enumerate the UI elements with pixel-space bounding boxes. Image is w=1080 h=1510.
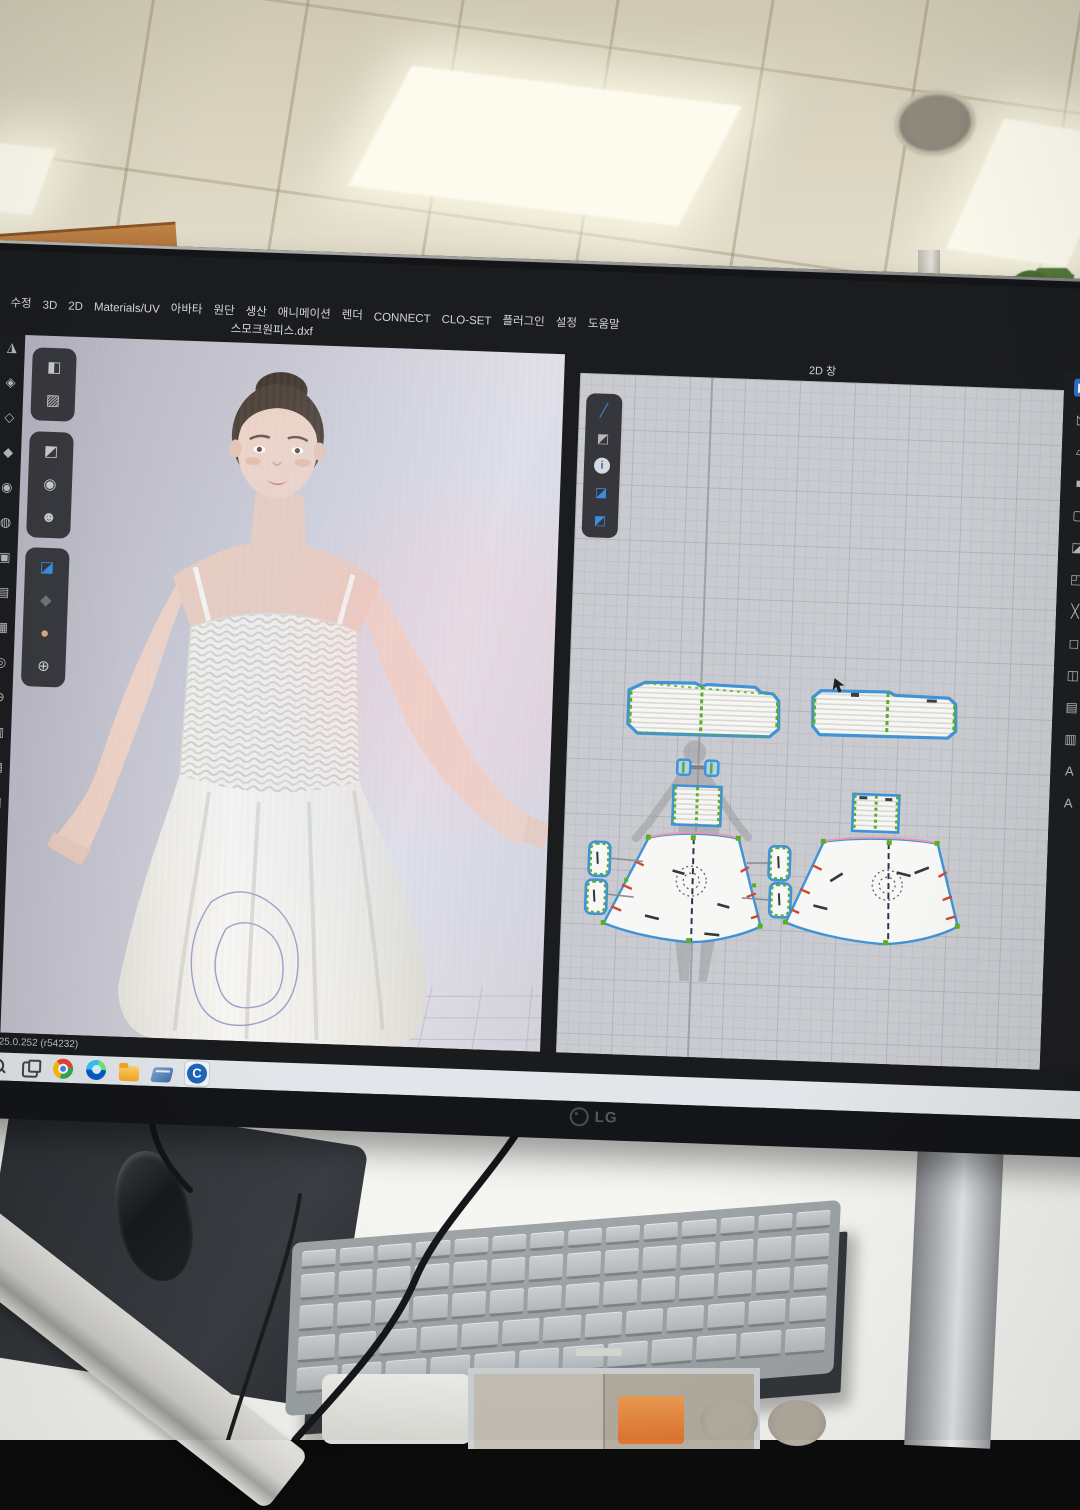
rounded-shape-tool-icon[interactable]: ▢ <box>1069 506 1080 525</box>
fabric-view-icon[interactable]: ◪ <box>35 555 60 580</box>
screen-moire <box>0 335 565 1052</box>
view-toolbar-group-2: ◩ ◉ ☻ <box>26 431 74 539</box>
band-tool-icon[interactable]: ▭ <box>0 898 1 917</box>
shirt-overlay-icon[interactable]: ◩ <box>591 511 610 530</box>
monitor: 수정 3D 2D Materials/UV 아바타 원단 생산 애니메이션 렌더 CONNECT C… <box>0 237 1080 1160</box>
animation-pose-icon[interactable]: ◮ <box>3 338 22 357</box>
clo-taskbar-item[interactable]: C <box>185 1061 210 1086</box>
edit-curve-point-icon[interactable]: ◺ <box>1073 410 1080 429</box>
pin-view-icon[interactable]: ◉ <box>38 473 63 498</box>
sewing-cart-icon[interactable]: ▣ <box>0 548 14 567</box>
menu-item[interactable]: 도움말 <box>588 315 620 332</box>
measure-tool-icon[interactable]: ◭ <box>0 863 2 882</box>
pattern-skirt-front[interactable] <box>600 829 766 945</box>
drape-garment-icon[interactable]: ▨ <box>41 389 66 414</box>
zipper-tool-icon[interactable]: ▥ <box>0 723 7 742</box>
pin-tool-icon[interactable]: ◈ <box>1 373 20 392</box>
transform-pattern-icon[interactable]: ▶ <box>1074 379 1080 398</box>
fold-tool-icon[interactable]: ◫ <box>0 828 4 847</box>
fabric-shirt-icon[interactable]: ▤ <box>0 583 12 602</box>
lg-logo-text: LG <box>594 1109 617 1127</box>
pattern-pieces <box>556 373 1064 1070</box>
dart-tool-icon[interactable]: ◪ <box>1068 538 1080 557</box>
monitor-bezel-logo: LG <box>569 1107 617 1128</box>
menu-item[interactable]: 원단 <box>213 302 235 319</box>
pin-remove-tool-icon[interactable]: ◍ <box>0 513 15 532</box>
menu-item[interactable]: CLO-SET <box>441 314 491 328</box>
button-tool-icon[interactable]: ◎ <box>0 653 10 672</box>
texture-shirt-icon[interactable]: ▦ <box>0 618 11 637</box>
search-icon[interactable] <box>0 1056 8 1077</box>
text-tool-icon[interactable]: A <box>1060 762 1079 781</box>
view-toolbar-group-3: ◪ ◆ ● ⊕ <box>21 547 70 687</box>
clone-pattern-icon[interactable]: ◰ <box>1067 570 1080 589</box>
menu-item[interactable]: 애니메이션 <box>278 304 331 322</box>
pattern-waistband-front[interactable] <box>672 785 721 826</box>
menu-item[interactable]: 플러그인 <box>502 312 545 330</box>
menu-item[interactable]: 설정 <box>555 314 577 331</box>
pattern-bodice-back[interactable] <box>812 689 958 739</box>
shirt-view-icon[interactable]: ◩ <box>39 440 64 465</box>
file-explorer-icon[interactable] <box>119 1065 140 1081</box>
fabric-icon[interactable]: ◪ <box>592 483 611 502</box>
menu-item[interactable]: Materials/UV <box>94 301 160 315</box>
pen-tool-icon[interactable]: ╱ <box>595 401 614 420</box>
menu-item[interactable]: CONNECT <box>374 311 431 325</box>
attach-pin-tool-icon[interactable]: ◆ <box>0 443 17 462</box>
pin-drag-tool-icon[interactable]: ◉ <box>0 478 16 497</box>
info-icon[interactable]: i <box>594 457 611 474</box>
trace-tool-icon[interactable]: ◻ <box>1065 634 1080 653</box>
globe-view-icon[interactable]: ⊕ <box>31 654 56 679</box>
pattern-shirt-icon[interactable]: ◩ <box>594 429 613 448</box>
menu-item[interactable]: 수정 <box>10 294 32 311</box>
menu-item[interactable]: 렌더 <box>341 306 363 323</box>
menu-item[interactable]: 아바타 <box>171 300 203 317</box>
pattern-skirt-back[interactable] <box>782 834 963 947</box>
toolbar-2d: ╱ ◩ i ◪ ◩ <box>581 393 622 538</box>
lg-face-icon <box>569 1107 589 1127</box>
rectangle-tool-icon[interactable]: ■ <box>1070 474 1080 493</box>
notes-app-icon[interactable] <box>150 1067 174 1083</box>
menu-item[interactable]: 생산 <box>245 303 267 320</box>
chrome-icon[interactable] <box>53 1058 74 1079</box>
topstitch-tool-icon[interactable]: ▧ <box>0 758 6 777</box>
menu-item[interactable]: 3D <box>42 300 57 313</box>
symmetry-tool-icon[interactable]: ╳ <box>1066 602 1080 621</box>
polygon-pen-icon[interactable]: ▱ <box>1072 442 1080 461</box>
avatar-view-icon[interactable]: ☻ <box>36 505 61 530</box>
viewport-2d[interactable]: 2D 창 <box>556 355 1065 1070</box>
buttonhole-tool-icon[interactable]: ⊕ <box>0 688 9 707</box>
screen: 수정 3D 2D Materials/UV 아바타 원단 생산 애니메이션 렌더 CONNECT C… <box>0 247 1080 1122</box>
viewport-3d[interactable]: ◧▨ ◩◉☻ ◪◆●⊕ <box>0 335 565 1052</box>
seam-allowance-icon[interactable]: ▥ <box>1061 730 1080 749</box>
shirring-tool-icon[interactable]: ▨ <box>0 793 5 812</box>
pattern-bodice-front[interactable] <box>627 681 780 738</box>
edge-icon[interactable] <box>86 1060 107 1081</box>
task-view-icon[interactable] <box>20 1057 41 1078</box>
pin-box-tool-icon[interactable]: ◇ <box>0 408 19 427</box>
fabric-dark-view-icon[interactable]: ◆ <box>33 588 58 613</box>
pattern-waistband-back[interactable] <box>852 794 899 833</box>
cube-view-icon[interactable]: ◧ <box>42 356 67 381</box>
menu-item[interactable]: 2D <box>68 300 83 313</box>
clo-app-icon[interactable]: C <box>187 1063 208 1084</box>
fold-pattern-icon[interactable]: ◫ <box>1064 666 1080 685</box>
text-small-tool-icon[interactable]: A <box>1059 794 1078 813</box>
avatar-skin-view-icon[interactable]: ● <box>32 621 57 646</box>
pattern-canvas[interactable]: ╱ ◩ i ◪ ◩ <box>556 373 1064 1070</box>
pleat-tool-icon[interactable]: ▤ <box>1062 698 1080 717</box>
view-toolbar-group-1: ◧▨ <box>30 347 77 422</box>
